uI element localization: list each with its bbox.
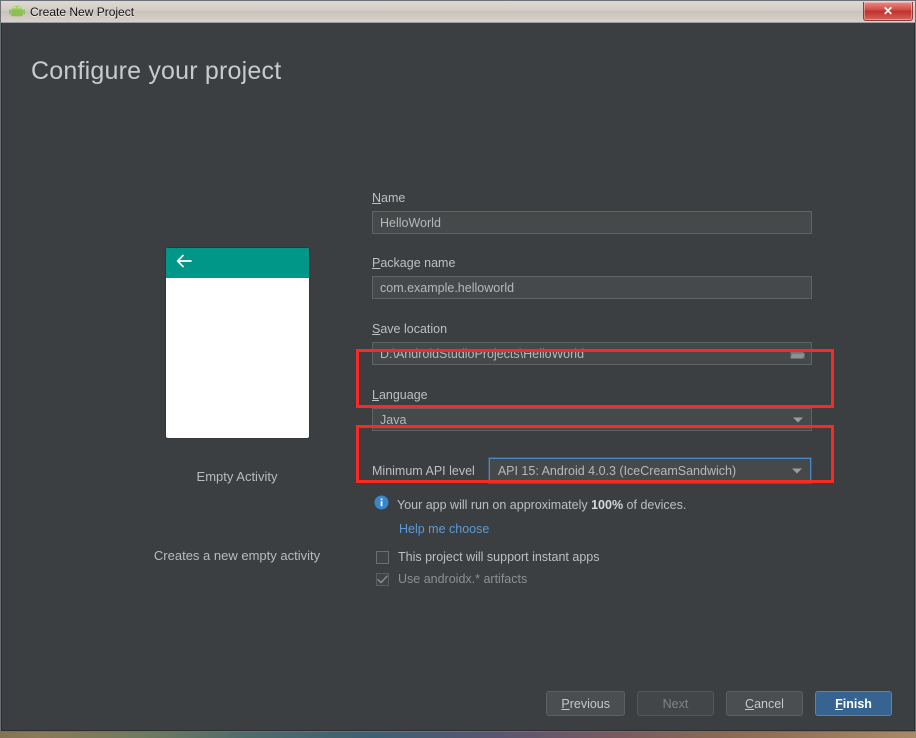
window-titlebar[interactable]: Create New Project ✕ — [1, 1, 915, 23]
create-new-project-window: Create New Project ✕ Configure your proj… — [0, 0, 916, 732]
language-label-mnemonic: L — [372, 388, 379, 402]
androidx-checkbox — [376, 572, 389, 586]
language-value: Java — [380, 412, 407, 427]
name-label-mnemonic: N — [372, 191, 382, 205]
chevron-down-icon — [793, 417, 803, 422]
project-config-form: Name HelloWorld Package name com.example… — [372, 191, 817, 586]
androidx-row: Use androidx.* artifacts — [376, 572, 817, 586]
info-icon — [374, 495, 389, 515]
name-label: Name — [372, 191, 817, 205]
save-location-label-rest: ave location — [380, 322, 448, 336]
help-me-choose-link[interactable]: Help me choose — [399, 522, 489, 536]
save-location-label: Save location — [372, 322, 817, 336]
dialog-content: Empty Activity Creates a new empty activ… — [2, 86, 914, 730]
package-label: Package name — [372, 256, 817, 270]
back-arrow-icon — [176, 254, 193, 273]
next-button: Next — [637, 691, 714, 716]
api-level-label: Minimum API level — [372, 463, 475, 478]
name-label-rest: ame — [381, 191, 406, 205]
coverage-text-before: Your app will run on approximately — [397, 498, 592, 512]
close-icon[interactable]: ✕ — [863, 2, 913, 21]
folder-open-icon[interactable] — [790, 348, 805, 360]
finish-mnemonic: F — [835, 696, 843, 711]
name-input[interactable]: HelloWorld — [372, 211, 812, 234]
page-title: Configure your project — [31, 57, 282, 85]
android-icon — [8, 4, 26, 20]
finish-rest: inish — [842, 696, 872, 711]
language-select[interactable]: Java — [372, 408, 812, 431]
activity-preview-image — [165, 248, 309, 438]
package-label-rest: ackage name — [380, 256, 456, 270]
field-group-package: Package name com.example.helloworld — [372, 256, 817, 299]
cancel-rest: ancel — [754, 696, 784, 711]
field-group-save-location: Save location D:\AndroidStudioProjects\H… — [372, 322, 817, 365]
chevron-down-icon — [791, 468, 802, 473]
previous-rest: revious — [569, 696, 610, 711]
field-group-name: Name HelloWorld — [372, 191, 817, 234]
field-group-language: Language Java — [372, 388, 817, 431]
previous-mnemonic: P — [561, 696, 570, 711]
instant-apps-checkbox[interactable] — [376, 550, 389, 564]
package-input[interactable]: com.example.helloworld — [372, 276, 812, 299]
field-group-api-level: Minimum API level API 15: Android 4.0.3 … — [372, 458, 817, 483]
api-level-select[interactable]: API 15: Android 4.0.3 (IceCreamSandwich) — [488, 458, 811, 483]
androidx-label: Use androidx.* artifacts — [398, 572, 528, 586]
save-location-input[interactable]: D:\AndroidStudioProjects\HelloWorld — [372, 342, 812, 365]
save-location-value: D:\AndroidStudioProjects\HelloWorld — [380, 346, 585, 361]
dialog-body: Configure your project Empty Activity Cr… — [1, 23, 915, 731]
device-coverage-info: Your app will run on approximately 100% … — [374, 495, 817, 515]
api-level-value: API 15: Android 4.0.3 (IceCreamSandwich) — [497, 463, 737, 478]
coverage-text-after: of devices. — [623, 498, 687, 512]
dialog-footer: Previous Next Cancel Finish — [546, 691, 892, 716]
device-coverage-text: Your app will run on approximately 100% … — [397, 498, 686, 512]
window-title: Create New Project — [30, 4, 135, 19]
cancel-mnemonic: C — [745, 696, 755, 711]
template-preview-panel: Empty Activity Creates a new empty activ… — [102, 248, 372, 563]
template-description: Creates a new empty activity — [153, 548, 321, 563]
instant-apps-row[interactable]: This project will support instant apps — [376, 550, 817, 564]
language-label: Language — [372, 388, 817, 402]
previous-button[interactable]: Previous — [546, 691, 625, 716]
cancel-button[interactable]: Cancel — [726, 691, 803, 716]
template-name: Empty Activity — [196, 469, 278, 484]
finish-button[interactable]: Finish — [815, 691, 892, 716]
window-controls: ✕ — [863, 2, 913, 21]
coverage-percent: 100% — [591, 498, 624, 512]
language-label-rest: anguage — [378, 388, 428, 402]
preview-appbar — [165, 248, 309, 278]
instant-apps-label: This project will support instant apps — [398, 550, 600, 564]
